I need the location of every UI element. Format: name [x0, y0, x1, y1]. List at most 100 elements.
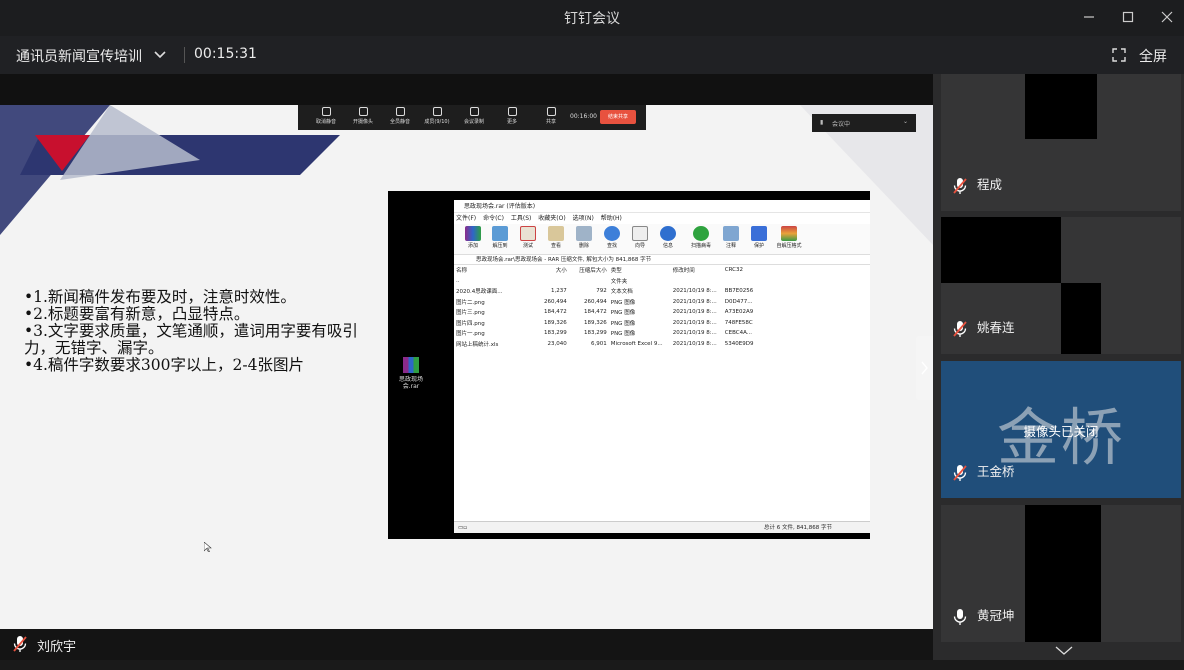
- tool-protect[interactable]: 保护: [746, 226, 772, 249]
- file-modified: 2021/10/19 8:...: [672, 330, 717, 337]
- menu-help[interactable]: 帮助(H): [601, 215, 622, 222]
- maximize-button[interactable]: [1117, 8, 1139, 28]
- stop-sharing-button[interactable]: 结束共享: [600, 110, 636, 124]
- menu-command[interactable]: 命令(C): [483, 215, 504, 222]
- file-name: 2020.4思政课面...: [456, 289, 503, 296]
- participant-tile[interactable]: 黄冠坤: [941, 505, 1181, 642]
- file-modified: 2021/10/19 8:...: [672, 298, 717, 305]
- participant-tile[interactable]: 程成: [941, 74, 1181, 211]
- bullet-item: •1.新闻稿件发布要及时，注意时效性。: [24, 288, 296, 306]
- tool-sfx[interactable]: 自解压格式: [776, 226, 802, 249]
- bullet-item: •3.文字要求质量，文笔通顺，遣词用字要有吸引力，无错字、漏字。: [24, 322, 358, 357]
- fullscreen-icon[interactable]: [1112, 48, 1126, 62]
- share-toolbar-share[interactable]: 共享: [533, 107, 569, 125]
- file-modified: 2021/10/19 8:...: [672, 309, 717, 316]
- file-size: 184,472: [544, 309, 567, 316]
- file-row[interactable]: 网站上稿统计.xls 23,040 6,901 Microsoft Excel 9..…: [454, 339, 870, 350]
- participant-video: [941, 217, 1061, 283]
- test-icon: [520, 226, 536, 241]
- share-toolbar-more[interactable]: 更多: [494, 107, 530, 125]
- menu-options[interactable]: 选项(N): [573, 215, 594, 222]
- mic-icon: [321, 107, 331, 116]
- meeting-name[interactable]: 通讯员新闻宣传培训: [16, 46, 142, 66]
- file-modified: [671, 276, 723, 287]
- tool-comment[interactable]: 注释: [718, 226, 744, 249]
- window-title: 钉钉会议: [564, 11, 620, 27]
- file-row[interactable]: 图片一.png 183,299 183,299 PNG 图像 2021/10/19 8:…: [454, 328, 870, 339]
- divider: [184, 47, 185, 63]
- chevron-down-icon[interactable]: [152, 47, 168, 63]
- file-crc: A73E02A9: [724, 309, 754, 316]
- tool-delete[interactable]: 删除: [571, 226, 597, 249]
- menu-tools[interactable]: 工具(S): [511, 215, 532, 222]
- tool-view[interactable]: 查看: [543, 226, 569, 249]
- close-icon: [1161, 11, 1173, 23]
- file-row[interactable]: 2020.4思政课面... 1,237 792 文本文档 2021/10/19 8:..…: [454, 286, 870, 297]
- file-crc: CEBC4A...: [724, 330, 752, 337]
- file-list-header: 名称 大小 压缩后大小 类型 修改时间 CRC32: [454, 265, 870, 276]
- minimize-button[interactable]: [1078, 8, 1100, 28]
- participant-tile[interactable]: 姚春连: [941, 217, 1181, 354]
- file-packed: 183,299: [584, 330, 607, 337]
- column-size[interactable]: 大小: [542, 265, 569, 276]
- maximize-icon: [1122, 11, 1134, 23]
- close-button[interactable]: [1156, 8, 1178, 28]
- file-row[interactable]: 图片三.png 184,472 184,472 PNG 图像 2021/10/19 8:…: [454, 307, 870, 318]
- file-row[interactable]: 图片二.png 260,494 260,494 PNG 图像 2021/10/19 8:…: [454, 297, 870, 308]
- tool-wizard[interactable]: 向导: [627, 226, 653, 249]
- share-toolbar-mute-all[interactable]: 全员静音: [382, 107, 418, 125]
- camera-off-label: 摄像头已关闭: [1023, 424, 1099, 439]
- winrar-window: 思政现场会.rar (评估版本) 文件(F) 命令(C) 工具(S) 收藏夹(O…: [454, 200, 870, 533]
- tool-extract[interactable]: 解压到: [487, 226, 513, 249]
- members-icon: [432, 107, 442, 116]
- column-crc[interactable]: CRC32: [723, 265, 870, 276]
- archive-path[interactable]: 思政现场会.rar\思政现场会 - RAR 压缩文件, 解包大小为 841,86…: [454, 254, 870, 265]
- chevron-right-icon: [921, 361, 928, 375]
- bottom-strip: [0, 660, 1184, 670]
- participant-panel: 程成 姚春连 金桥 摄像头已关闭 王金桥 黄冠坤: [933, 74, 1184, 660]
- participant-tile[interactable]: 金桥 摄像头已关闭 王金桥: [941, 361, 1181, 498]
- participant-video: [1025, 505, 1101, 642]
- share-toolbar-record[interactable]: 会议录制: [456, 107, 492, 125]
- column-type[interactable]: 类型: [609, 265, 671, 276]
- chevron-down-icon[interactable]: [1053, 643, 1075, 657]
- file-name: 图片二.png: [456, 299, 485, 306]
- file-type: 文件夹: [610, 278, 628, 285]
- file-name: ..: [456, 277, 460, 284]
- file-name: 图片一.png: [456, 331, 485, 338]
- tool-find[interactable]: 查找: [599, 226, 625, 249]
- share-toolbar-unmute[interactable]: 取消静音: [308, 107, 344, 125]
- tool-info[interactable]: 信息: [655, 226, 681, 249]
- file-packed: 792: [596, 288, 607, 295]
- share-toolbar-members[interactable]: 成员(9/10): [419, 107, 455, 125]
- file-size: 23,040: [547, 340, 567, 347]
- menu-file[interactable]: 文件(F): [456, 215, 476, 222]
- file-name: 图片四.png: [456, 320, 485, 327]
- tool-test[interactable]: 测试: [515, 226, 541, 249]
- participant-name: 程成: [977, 177, 1003, 192]
- tool-virus-scan[interactable]: 扫描病毒: [688, 226, 714, 249]
- winrar-menu: 文件(F) 命令(C) 工具(S) 收藏夹(O) 选项(N) 帮助(H): [454, 213, 870, 224]
- share-toolbar-camera[interactable]: 开摄像头: [345, 107, 381, 125]
- participant-video: [1025, 74, 1097, 139]
- file-packed: 184,472: [584, 309, 607, 316]
- column-name[interactable]: 名称: [454, 265, 542, 276]
- drive-icon: ▭▫: [458, 525, 467, 531]
- file-row[interactable]: .. 文件夹: [454, 276, 870, 287]
- meeting-status-dropdown[interactable]: ▮ 会议中 ⌄: [812, 114, 916, 132]
- menu-favorites[interactable]: 收藏夹(O): [538, 215, 565, 222]
- view-icon: [548, 226, 564, 241]
- column-packed[interactable]: 压缩后大小: [569, 265, 609, 276]
- file-size: 183,299: [544, 330, 567, 337]
- trash-icon: [576, 226, 592, 241]
- tool-add[interactable]: 添加: [460, 226, 486, 249]
- desktop-file-icon[interactable]: 思政现场会.rar: [394, 357, 428, 390]
- file-row[interactable]: 图片四.png 189,326 189,326 PNG 图像 2021/10/19 8:…: [454, 318, 870, 329]
- file-type: PNG 图像: [610, 331, 636, 338]
- next-page-button[interactable]: [916, 336, 933, 400]
- column-modified[interactable]: 修改时间: [671, 265, 723, 276]
- bullet-item: •4.稿件字数要求300字以上，2-4张图片: [24, 356, 304, 374]
- fullscreen-button[interactable]: 全屏: [1139, 46, 1167, 66]
- participant-name: 姚春连: [977, 320, 1015, 335]
- file-packed: 260,494: [584, 298, 607, 305]
